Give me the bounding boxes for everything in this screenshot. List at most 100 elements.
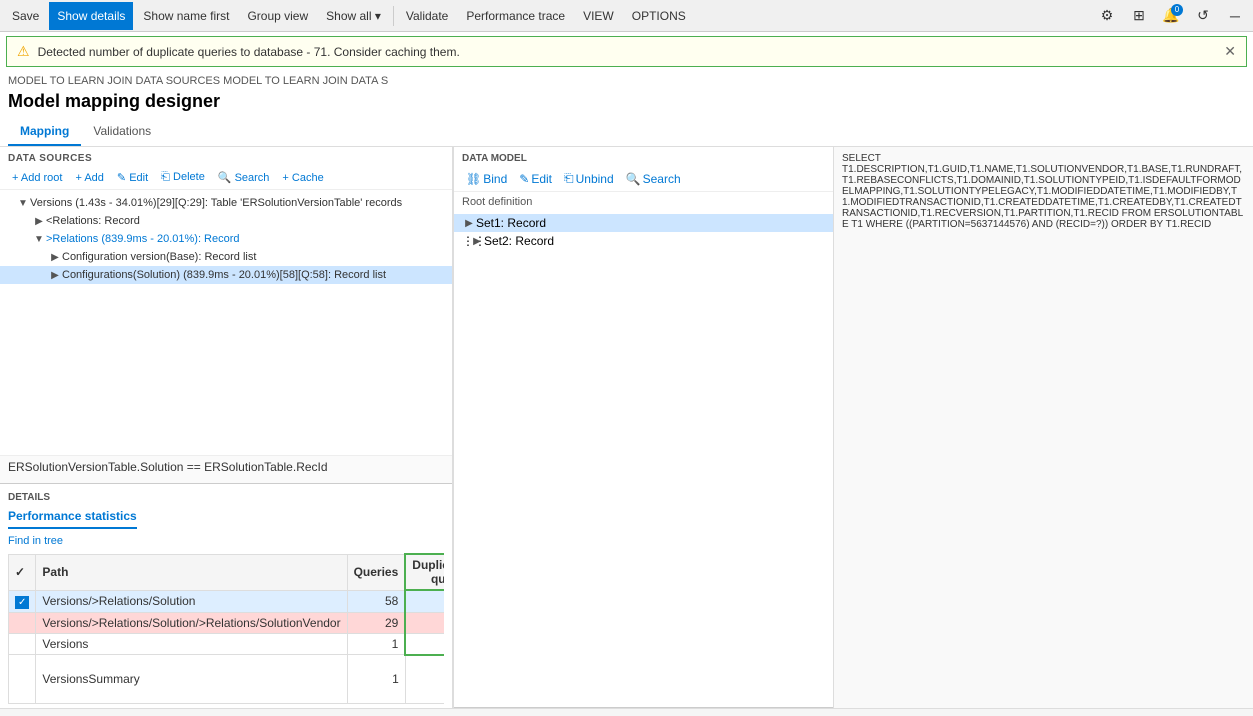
bottom-scrollbar[interactable] [0, 708, 1253, 716]
add-button[interactable]: + Add [69, 170, 109, 186]
drag-icon: ⋮⋮ [462, 234, 470, 248]
row-dup-queries: 44 [405, 590, 444, 612]
pencil-icon: ✎ [519, 172, 529, 186]
row-dup-queries: 0 [405, 655, 444, 704]
expand-icon[interactable]: ▶ [462, 216, 476, 230]
search-dm-button[interactable]: 🔍 Search [622, 170, 685, 188]
performance-trace-button[interactable]: Performance trace [458, 2, 573, 30]
edit-button[interactable]: ✎ Edit [111, 169, 154, 186]
find-in-tree-link[interactable]: Find in tree [8, 533, 444, 549]
tree-label: <Relations: Record [46, 215, 140, 227]
details-section: DETAILS Performance statistics Find in t… [0, 483, 452, 708]
row-check [9, 655, 36, 704]
save-button[interactable]: Save [4, 2, 47, 30]
row-path: Versions [36, 633, 347, 655]
row-check [9, 633, 36, 655]
tree-label: >Relations (839.9ms - 20.01%): Record [46, 233, 240, 245]
data-model-toolbar: ⛓ Bind ✎ Edit ⎗ Unbind 🔍 Search [454, 166, 833, 192]
expand-icon[interactable]: ▶ [470, 234, 484, 248]
formula-bar: ERSolutionVersionTable.Solution == ERSol… [0, 455, 452, 483]
data-model-header: DATA MODEL [454, 147, 833, 166]
alert-banner: ⚠ Detected number of duplicate queries t… [6, 36, 1247, 67]
tree-label: Versions (1.43s - 34.01%)[29][Q:29]: Tab… [30, 197, 402, 209]
sql-panel: SELECT T1.DESCRIPTION,T1.GUID,T1.NAME,T1… [833, 147, 1253, 708]
datasource-toolbar: + Add root + Add ✎ Edit ⎗ Delete 🔍 Searc… [0, 166, 452, 190]
expand-icon[interactable]: ▶ [48, 250, 62, 264]
row-queries: 58 [347, 590, 405, 612]
main-toolbar: Save Show details Show name first Group … [0, 0, 1253, 32]
dm-item-set1[interactable]: ▶ Set1: Record [454, 214, 833, 232]
edit-dm-button[interactable]: ✎ Edit [515, 170, 556, 188]
table-row[interactable]: VersionsSummary 1 0 Record list 'Version… [9, 655, 445, 704]
row-dup-queries: 0 [405, 633, 444, 655]
page-title: Model mapping designer [0, 89, 1253, 118]
show-details-button[interactable]: Show details [49, 2, 133, 30]
expand-icon[interactable]: ▶ [48, 268, 62, 282]
col-queries: Queries [347, 554, 405, 590]
delete-button[interactable]: ⎗ Delete [155, 169, 211, 186]
row-queries: 1 [347, 633, 405, 655]
settings-icon[interactable]: ⚙ [1093, 2, 1121, 30]
options-button[interactable]: OPTIONS [624, 2, 694, 30]
col-path: Path [36, 554, 347, 590]
details-header: DETAILS [8, 488, 444, 505]
row-queries: 29 [347, 612, 405, 633]
search-button[interactable]: 🔍 Search [212, 169, 276, 186]
datasources-header: DATA SOURCES [0, 147, 452, 166]
formula-text: ERSolutionVersionTable.Solution == ERSol… [8, 460, 328, 474]
bind-button[interactable]: ⛓ Bind [462, 170, 511, 188]
dm-item-set2[interactable]: ⋮⋮ ▶ Set2: Record [454, 232, 833, 250]
unbind-icon: ⎗ [564, 171, 574, 186]
separator-1 [393, 6, 394, 26]
tree-item-gt-relations[interactable]: ▼ >Relations (839.9ms - 20.01%): Record [0, 230, 452, 248]
add-root-button[interactable]: + Add root [6, 170, 68, 186]
view-button[interactable]: VIEW [575, 2, 622, 30]
left-panel: DATA SOURCES + Add root + Add ✎ Edit ⎗ D… [0, 147, 453, 708]
tree-label: Configuration version(Base): Record list [62, 251, 256, 263]
notification-icon[interactable]: 🔔0 [1157, 2, 1185, 30]
dm-label: Set1: Record [476, 216, 546, 230]
breadcrumb: MODEL TO LEARN JOIN DATA SOURCES MODEL T… [0, 71, 1253, 89]
expand-icon[interactable]: ▼ [32, 232, 46, 246]
tree-item-configurations-solution[interactable]: ▶ Configurations(Solution) (839.9ms - 20… [0, 266, 452, 284]
tree-item-config-version[interactable]: ▶ Configuration version(Base): Record li… [0, 248, 452, 266]
data-model-tree: ▶ Set1: Record ⋮⋮ ▶ Set2: Record [454, 212, 833, 252]
main-tabs: Mapping Validations [0, 118, 1253, 147]
search-icon: 🔍 [626, 172, 641, 186]
table-row[interactable]: ✓ Versions/>Relations/Solution 58 44 [9, 590, 445, 612]
show-all-button[interactable]: Show all ▾ [318, 2, 389, 30]
expand-icon[interactable]: ▼ [16, 196, 30, 210]
col-dup-queries: Duplicated queries [405, 554, 444, 590]
warning-icon: ⚠ [17, 43, 30, 60]
right-panel: DATA MODEL ⛓ Bind ✎ Edit ⎗ Unbind 🔍 Sear… [453, 147, 833, 708]
unbind-button[interactable]: ⎗ Unbind [560, 169, 618, 188]
refresh-icon[interactable]: ↺ [1189, 2, 1217, 30]
table-row[interactable]: Versions/>Relations/Solution/>Relations/… [9, 612, 445, 633]
sql-text: SELECT T1.DESCRIPTION,T1.GUID,T1.NAME,T1… [842, 153, 1245, 230]
show-name-first-button[interactable]: Show name first [135, 2, 237, 30]
tree-item-versions[interactable]: ▼ Versions (1.43s - 34.01%)[29][Q:29]: T… [0, 194, 452, 212]
cache-button[interactable]: + Cache [276, 170, 329, 186]
office-icon[interactable]: ⊞ [1125, 2, 1153, 30]
bind-icon: ⛓ [466, 172, 481, 186]
row-check: ✓ [9, 590, 36, 612]
tab-mapping[interactable]: Mapping [8, 118, 81, 146]
dm-label: Set2: Record [484, 234, 554, 248]
row-queries: 1 [347, 655, 405, 704]
expand-icon[interactable]: ▶ [32, 214, 46, 228]
datasource-tree: ▼ Versions (1.43s - 34.01%)[29][Q:29]: T… [0, 190, 452, 455]
details-tab[interactable]: Performance statistics [8, 505, 137, 529]
validate-button[interactable]: Validate [398, 2, 456, 30]
tree-item-relations-record[interactable]: ▶ <Relations: Record [0, 212, 452, 230]
row-path: Versions/>Relations/Solution [36, 590, 347, 612]
group-view-button[interactable]: Group view [239, 2, 316, 30]
tree-label: Configurations(Solution) (839.9ms - 20.0… [62, 269, 386, 281]
alert-close-button[interactable]: ✕ [1224, 43, 1236, 60]
row-path: VersionsSummary [36, 655, 347, 704]
main-layout: DATA SOURCES + Add root + Add ✎ Edit ⎗ D… [0, 147, 1253, 708]
minimize-icon[interactable]: ─ [1221, 2, 1249, 30]
tab-validations[interactable]: Validations [81, 118, 163, 146]
row-check [9, 612, 36, 633]
table-row[interactable]: Versions 1 0 [9, 633, 445, 655]
row-dup-queries: 27 [405, 612, 444, 633]
